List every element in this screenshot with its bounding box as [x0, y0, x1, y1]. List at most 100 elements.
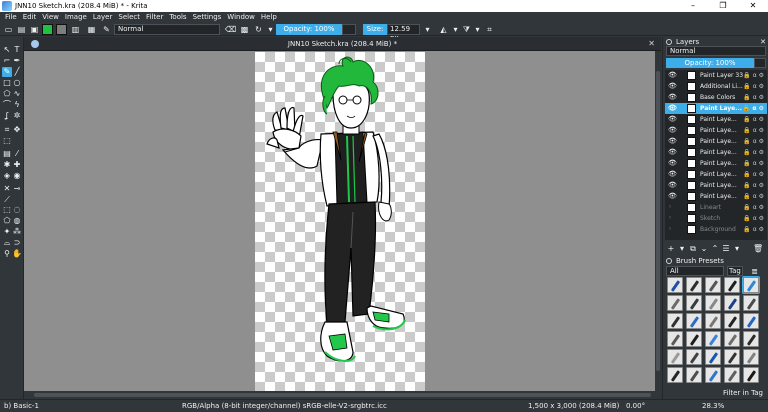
polyline-tool-icon[interactable]: ∿ [12, 89, 22, 99]
bezier-select-icon[interactable]: ⌓ [2, 238, 12, 248]
pan-tool-icon[interactable]: ✋ [12, 249, 22, 259]
measure-tool-icon[interactable]: ⊸ [12, 184, 22, 194]
duplicate-layer-icon[interactable]: ⧉ [688, 243, 698, 254]
brush-preset-item[interactable] [667, 313, 683, 329]
layer-row[interactable]: 👁 Paint Laye... 🔒 α ⚙ [665, 158, 767, 169]
size-slider[interactable]: 12.59 px [387, 24, 420, 42]
calligraphy-icon[interactable]: ✒ [12, 56, 22, 66]
brush-preset-item[interactable] [724, 295, 740, 311]
brush-view-mode-icon[interactable]: ≣ [749, 266, 760, 277]
visibility-eye-icon[interactable]: ◦ [668, 202, 672, 213]
layer-flags[interactable]: 🔒 α ⚙ [743, 81, 764, 92]
edit-shapes-icon[interactable]: ⌐ [2, 56, 12, 66]
brush-preset-item[interactable] [686, 277, 702, 293]
reload-dropdown-icon[interactable]: ▾ [265, 24, 276, 35]
bezier-tool-icon[interactable]: ⌒ [2, 100, 12, 110]
gradient-tool-icon[interactable]: ▤ [2, 149, 12, 159]
layer-blend-mode-select[interactable]: Normal [666, 46, 766, 56]
maximize-button[interactable]: ❐ [708, 0, 738, 12]
layer-row[interactable]: 👁 Paint Laye... 🔒 α ⚙ [665, 169, 767, 180]
layer-flags[interactable]: 🔒 α ⚙ [743, 103, 764, 114]
layer-opacity-track[interactable] [754, 58, 766, 68]
layer-row[interactable]: 👁 Paint Laye... 🔒 α ⚙ [665, 191, 767, 202]
menu-edit[interactable]: Edit [20, 12, 40, 22]
brush-preset-item[interactable] [667, 277, 683, 293]
layer-flags[interactable]: 🔒 α ⚙ [743, 180, 764, 191]
brush-preset-icon[interactable]: ✎ [101, 24, 112, 35]
layer-flags[interactable]: 🔒 α ⚙ [743, 213, 764, 224]
brush-preset-item[interactable] [686, 349, 702, 365]
layer-flags[interactable]: 🔒 α ⚙ [743, 202, 764, 213]
multibrush-icon[interactable]: ✲ [12, 111, 22, 121]
size-dropdown-icon[interactable]: ▾ [422, 24, 433, 35]
horizontal-scrollbar[interactable] [24, 391, 661, 399]
layer-row[interactable]: ◦ Lineart 🔒 α ⚙ [665, 202, 767, 213]
rectangle-tool-icon[interactable]: □ [2, 78, 12, 88]
close-button[interactable]: ✕ [738, 0, 768, 12]
visibility-eye-icon[interactable]: 👁 [668, 70, 677, 81]
brush-preset-item[interactable] [743, 331, 759, 347]
brush-preset-item[interactable] [686, 295, 702, 311]
transform-tool-icon[interactable]: ⬚ [2, 136, 12, 146]
new-document-icon[interactable]: ▭ [3, 24, 14, 35]
layer-row[interactable]: 👁 Base Colors 🔒 α ⚙ [665, 92, 767, 103]
menu-view[interactable]: View [39, 12, 62, 22]
blend-mode-select[interactable]: Normal [114, 24, 220, 35]
visibility-eye-icon[interactable]: 👁 [668, 103, 677, 114]
freehand-select-icon[interactable]: ◍ [12, 216, 22, 226]
brush-preset-item[interactable] [724, 331, 740, 347]
layer-row[interactable]: ◦ Background 🔒 α ⚙ [665, 224, 767, 235]
brush-preset-item[interactable] [743, 295, 759, 311]
wrap-around-icon[interactable]: ⌗ [484, 24, 495, 35]
filter-in-tag-label[interactable]: Filter in Tag [723, 389, 763, 397]
menu-help[interactable]: Help [258, 12, 280, 22]
layer-properties-icon[interactable]: ☰ [721, 243, 731, 254]
layer-row[interactable]: 👁 Paint Laye... 🔒 α ⚙ [665, 114, 767, 125]
zoom-tool-icon[interactable]: ⚲ [2, 249, 12, 259]
layer-flags[interactable]: 🔒 α ⚙ [743, 92, 764, 103]
layer-row[interactable]: ◦ Sketch 🔒 α ⚙ [665, 213, 767, 224]
layer-flags[interactable]: 🔒 α ⚙ [743, 158, 764, 169]
visibility-eye-icon[interactable]: 👁 [668, 169, 677, 180]
dynamic-brush-icon[interactable]: ʆ [2, 111, 12, 121]
save-icon[interactable]: ▣ [29, 24, 40, 35]
brush-preset-item[interactable] [705, 313, 721, 329]
vertical-scrollbar[interactable] [655, 51, 661, 391]
brush-preset-item[interactable] [686, 313, 702, 329]
visibility-eye-icon[interactable]: ◦ [668, 213, 672, 224]
document-canvas[interactable] [255, 52, 425, 391]
brush-preset-item[interactable] [667, 349, 683, 365]
contiguous-select-icon[interactable]: ✦ [2, 227, 12, 237]
visibility-eye-icon[interactable]: 👁 [668, 125, 677, 136]
brush-tag-button[interactable]: Tag [727, 266, 743, 276]
open-document-icon[interactable]: ▤ [16, 24, 27, 35]
visibility-eye-icon[interactable]: 👁 [668, 81, 677, 92]
visibility-eye-icon[interactable]: 👁 [668, 92, 677, 103]
brush-preset-item[interactable] [743, 367, 759, 383]
layer-flags[interactable]: 🔒 α ⚙ [743, 125, 764, 136]
enclose-fill-icon[interactable]: ◉ [12, 171, 22, 181]
delete-layer-icon[interactable]: 🗑 [753, 243, 763, 254]
minimize-button[interactable]: – [678, 0, 708, 12]
move-layer-down-icon[interactable]: ⌄ [699, 243, 709, 254]
menu-select[interactable]: Select [115, 12, 143, 22]
brush-preset-item[interactable] [742, 276, 760, 294]
brush-preset-item[interactable] [667, 295, 683, 311]
background-color-swatch[interactable] [56, 24, 67, 35]
color-picker-icon[interactable]: ⁄ [12, 149, 22, 159]
layer-row[interactable]: 👁 Paint Laye... 🔒 α ⚙ [665, 103, 767, 114]
zoom-level-label[interactable]: 28.3% [702, 400, 724, 412]
ellipse-tool-icon[interactable]: ○ [12, 78, 22, 88]
opacity-slider[interactable]: Opacity: 100% [276, 24, 342, 35]
menu-window[interactable]: Window [224, 12, 258, 22]
menu-layer[interactable]: Layer [90, 12, 116, 22]
layer-row[interactable]: 👁 Paint Laye... 🔒 α ⚙ [665, 147, 767, 158]
pattern-icon[interactable]: ▦ [86, 24, 97, 35]
mirror-dropdown-icon[interactable]: ▾ [450, 24, 461, 35]
foreground-color-swatch[interactable] [42, 24, 53, 35]
brush-preset-item[interactable] [686, 331, 702, 347]
mirror-v-dropdown-icon[interactable]: ▾ [472, 24, 483, 35]
visibility-eye-icon[interactable]: 👁 [668, 136, 677, 147]
visibility-eye-icon[interactable]: 👁 [668, 191, 677, 202]
brush-preset-item[interactable] [724, 277, 740, 293]
